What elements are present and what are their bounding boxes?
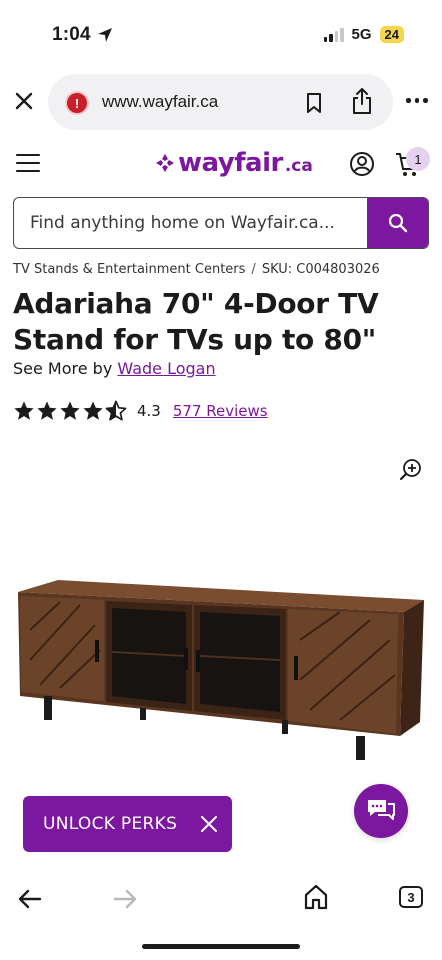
see-more-by: See More by Wade Logan: [13, 359, 216, 378]
breadcrumb: TV Stands & Entertainment Centers / SKU:…: [13, 262, 380, 277]
search-icon: [388, 213, 407, 233]
breadcrumb-separator: /: [251, 262, 256, 277]
status-time: 1:04: [52, 24, 113, 46]
home-icon[interactable]: [304, 884, 328, 910]
more-icon[interactable]: [406, 98, 428, 103]
search-bar: [13, 197, 429, 249]
chat-button[interactable]: [354, 784, 408, 838]
search-button[interactable]: [367, 198, 428, 248]
home-indicator: [142, 944, 300, 949]
forward-arrow-icon[interactable]: [113, 888, 137, 910]
logo-tld: .ca: [284, 156, 313, 176]
product-title: Adariaha 70" 4-Door TV Stand for TVs up …: [13, 287, 379, 356]
network-type: 5G: [351, 26, 372, 43]
status-bar: 1:04 5G 24: [0, 0, 442, 70]
see-more-prefix: See More by: [13, 359, 113, 378]
close-icon[interactable]: [12, 89, 36, 113]
brand-link[interactable]: Wade Logan: [117, 359, 215, 378]
search-input[interactable]: [14, 198, 368, 248]
rating-row: 4.3 577 Reviews: [13, 400, 268, 422]
share-icon[interactable]: [350, 86, 374, 116]
back-arrow-icon[interactable]: [18, 888, 42, 910]
tabs-icon[interactable]: 3: [399, 886, 423, 908]
rating-value: 4.3: [137, 402, 161, 420]
star-rating[interactable]: [13, 400, 127, 422]
unlock-perks-banner[interactable]: UNLOCK PERKS: [23, 796, 232, 852]
sku-text: SKU: C004803026: [261, 262, 380, 277]
browser-toolbar: ! www.wayfair.ca: [0, 72, 442, 134]
logo-text: wayfair: [178, 148, 283, 178]
close-icon[interactable]: [200, 815, 218, 833]
unlock-perks-label[interactable]: UNLOCK PERKS: [43, 814, 177, 834]
reviews-link[interactable]: 577 Reviews: [173, 402, 268, 420]
star-half-icon: [105, 400, 127, 421]
url-text[interactable]: www.wayfair.ca: [102, 92, 218, 112]
browser-bottom-bar: 3: [0, 870, 442, 928]
zoom-in-icon[interactable]: [399, 457, 423, 481]
cart-count-badge[interactable]: 1: [406, 147, 430, 171]
site-alert-icon[interactable]: !: [65, 91, 89, 115]
chat-icon: [368, 800, 395, 820]
location-arrow-icon: [97, 28, 112, 42]
star-full-icon: [14, 401, 34, 420]
breadcrumb-category-link[interactable]: TV Stands & Entertainment Centers: [13, 262, 245, 277]
star-full-icon: [37, 401, 57, 420]
time-text: 1:04: [52, 24, 91, 45]
bookmark-icon[interactable]: [304, 91, 324, 115]
logo-mark-icon: [156, 154, 174, 172]
battery-level: 24: [379, 26, 404, 43]
site-header: wayfair .ca 1: [0, 140, 442, 190]
star-full-icon: [83, 401, 103, 420]
menu-icon[interactable]: [16, 154, 40, 172]
wayfair-logo[interactable]: wayfair .ca: [154, 148, 313, 178]
account-icon[interactable]: [349, 151, 375, 177]
address-bar[interactable]: ! www.wayfair.ca: [48, 74, 393, 130]
signal-icon: [323, 27, 344, 42]
status-indicators: 5G 24: [323, 26, 404, 43]
product-image[interactable]: [0, 560, 442, 770]
star-full-icon: [60, 401, 80, 420]
